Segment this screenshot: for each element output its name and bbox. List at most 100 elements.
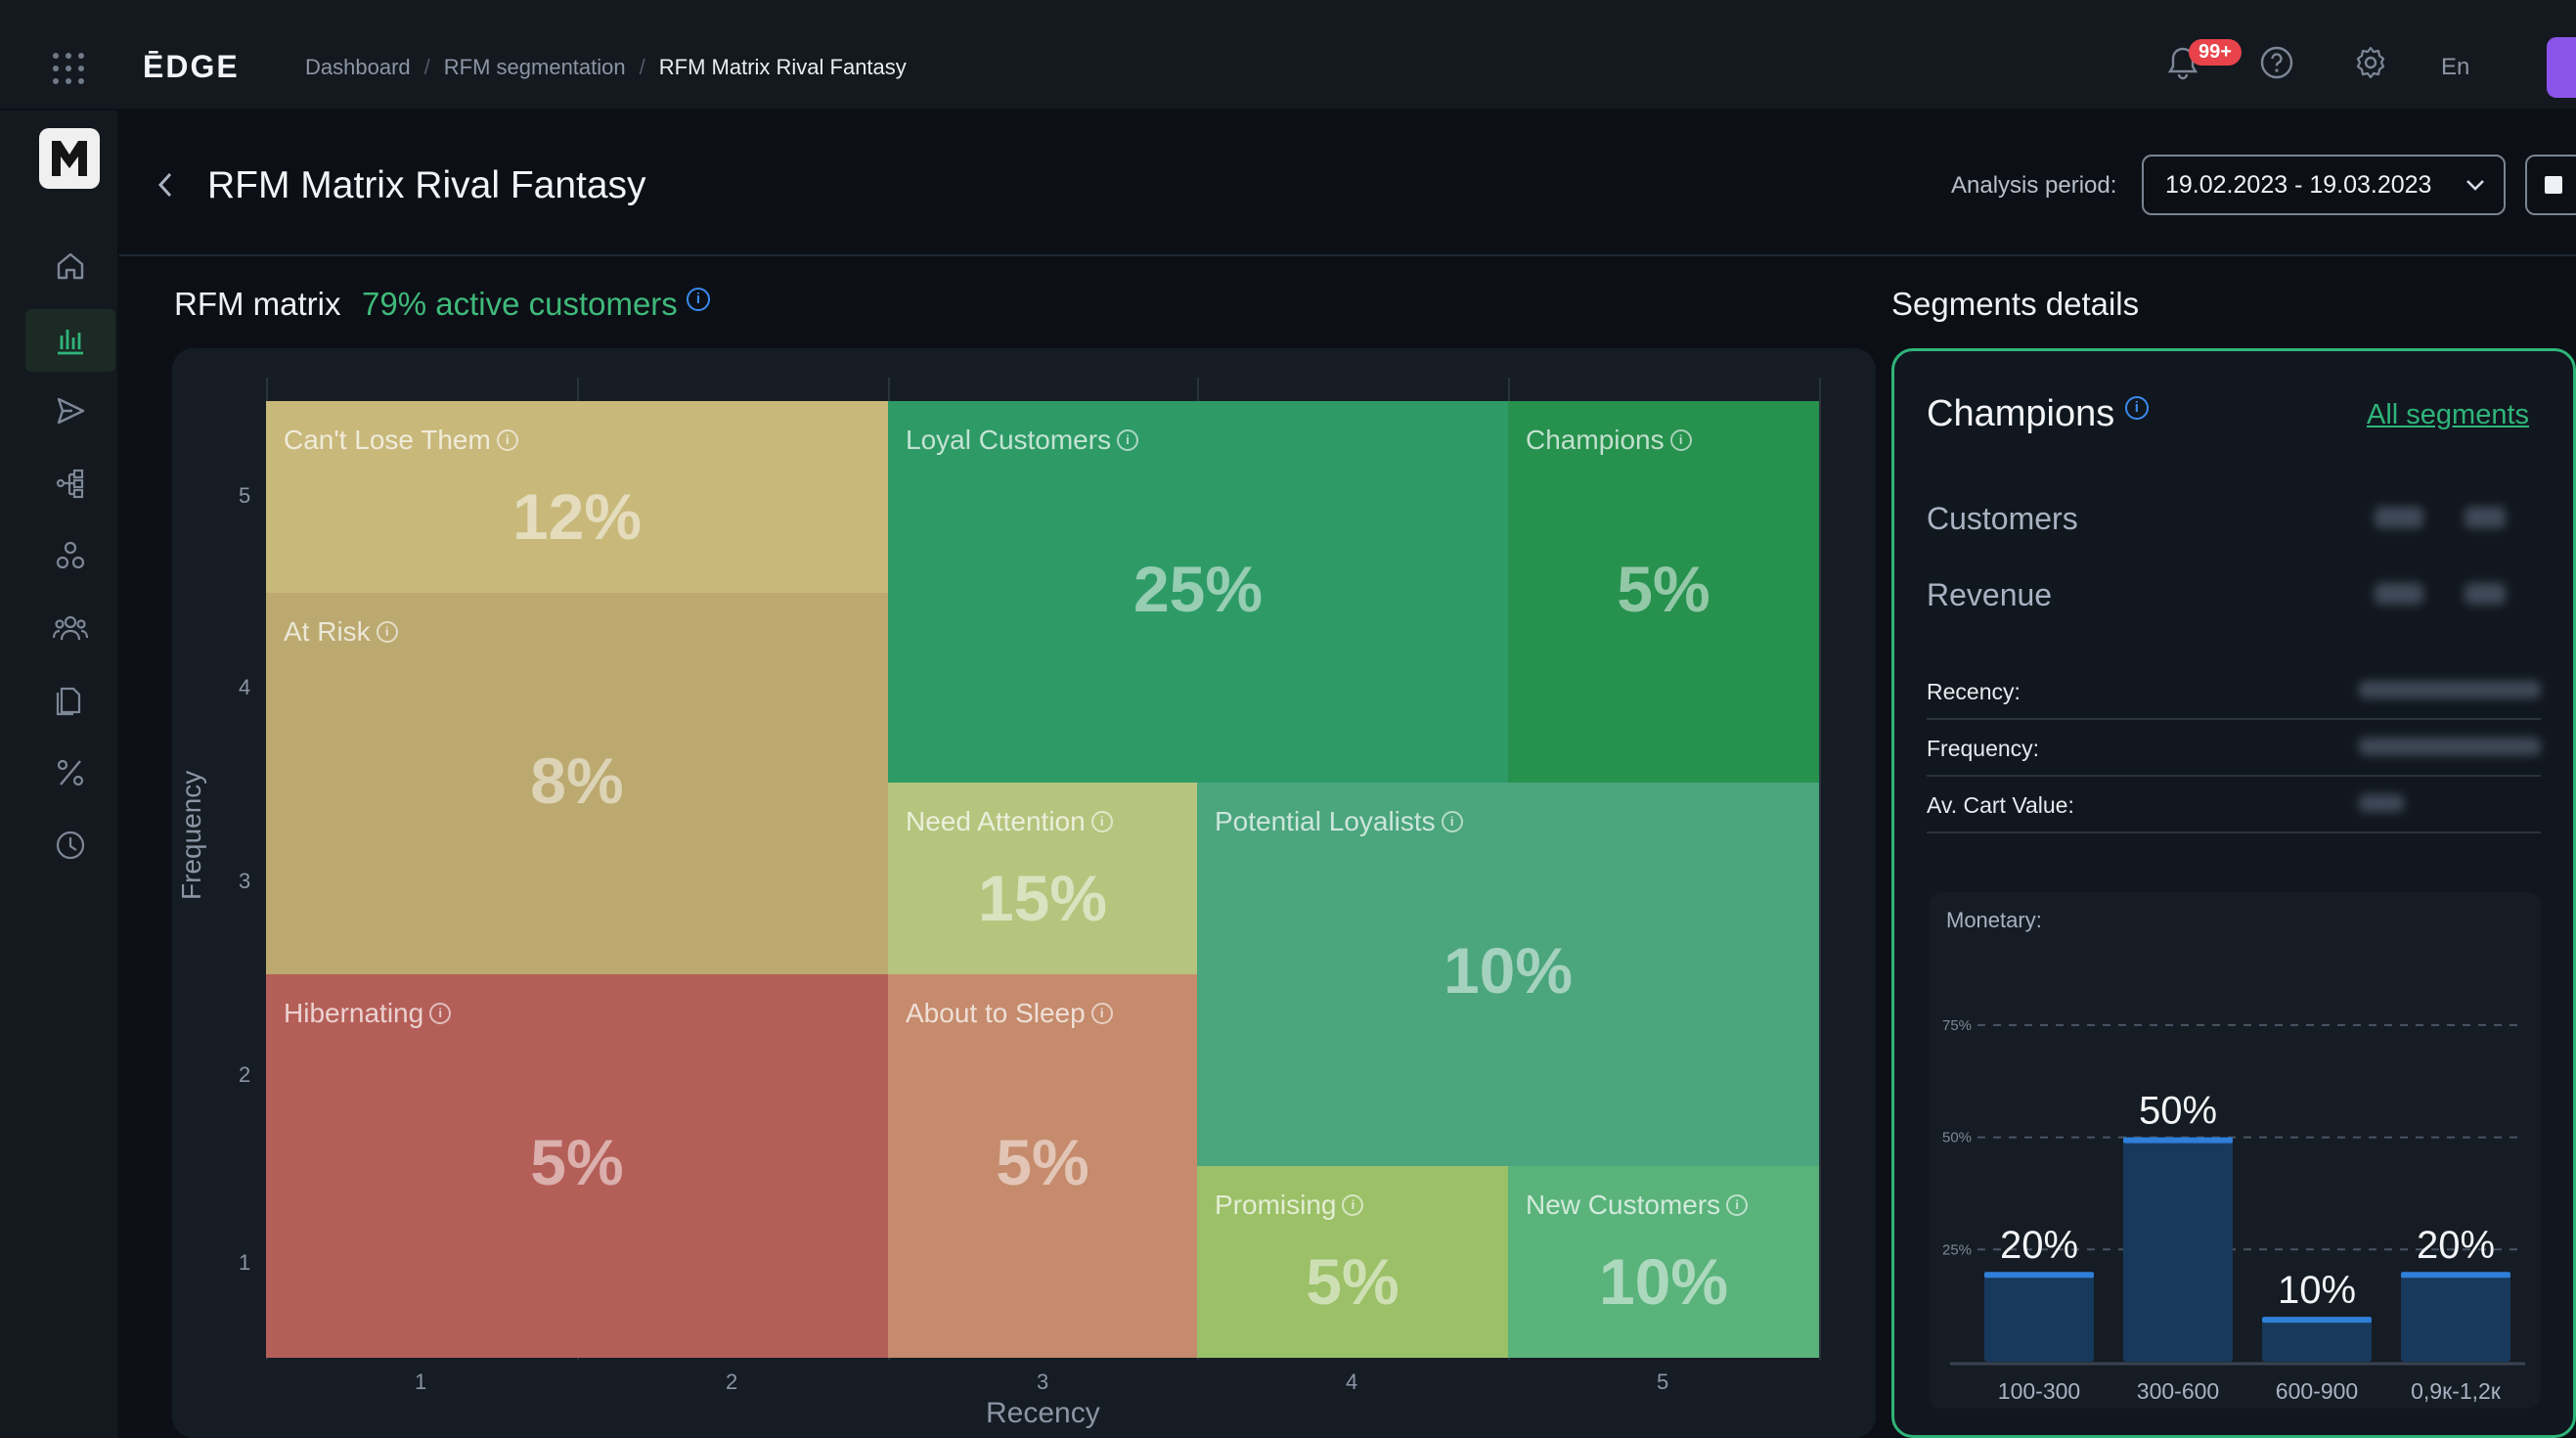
- analysis-period-select[interactable]: 19.02.2023 - 19.03.2023: [2142, 155, 2506, 215]
- segment-percent: 5%: [1306, 1245, 1399, 1318]
- segment-cell-hibernating[interactable]: Hibernating i 5%: [266, 974, 888, 1358]
- segment-cell-promising[interactable]: Promising i 5%: [1197, 1166, 1508, 1358]
- segment-name: New Customers: [1526, 1190, 1721, 1220]
- back-chevron-icon[interactable]: [155, 168, 176, 206]
- monetary-bar-value-label: 10%: [2278, 1269, 2356, 1312]
- segment-percent: 12%: [511, 480, 643, 553]
- analysis-period-label: Analysis period:: [1951, 172, 2117, 199]
- breadcrumb-current: RFM Matrix Rival Fantasy: [658, 55, 907, 79]
- segment-name: About to Sleep: [906, 998, 1086, 1028]
- info-icon[interactable]: i: [1726, 1194, 1749, 1216]
- sidebar-item-history[interactable]: [25, 814, 115, 876]
- segment-cell-potential-loyalists[interactable]: Potential Loyalists i 10%: [1197, 783, 1819, 1166]
- customers-label: Customers: [1927, 501, 2078, 536]
- recency-label: Recency:: [1927, 679, 2021, 704]
- segment-name: Hibernating: [284, 998, 424, 1028]
- info-icon[interactable]: i: [2124, 396, 2149, 421]
- segment-name: Potential Loyalists: [1215, 806, 1436, 836]
- sidebar-item-analytics[interactable]: [25, 309, 115, 372]
- segment-percent: 8%: [530, 744, 624, 817]
- breadcrumb: Dashboard / RFM segmentation / RFM Matri…: [305, 55, 907, 80]
- info-icon[interactable]: i: [1441, 811, 1463, 832]
- sidebar-item-home[interactable]: [25, 235, 115, 297]
- segment-percent: 5%: [1617, 553, 1710, 625]
- x-axis-label: Recency: [986, 1397, 1100, 1429]
- info-icon[interactable]: i: [429, 1003, 452, 1024]
- sidebar-item-segments[interactable]: [25, 524, 115, 587]
- stop-button[interactable]: [2525, 155, 2576, 215]
- x-tick: 3: [1037, 1370, 1049, 1394]
- monetary-category-label: 600-900: [2276, 1378, 2358, 1404]
- monetary-bar-cap: [1984, 1272, 2094, 1279]
- info-icon[interactable]: i: [376, 621, 398, 643]
- breadcrumb-dashboard[interactable]: Dashboard: [305, 55, 411, 80]
- cart-value-blurred: [2359, 794, 2404, 812]
- monetary-bar: [2123, 1137, 2233, 1362]
- segment-cell-need-attention[interactable]: Need Attention i 15%: [888, 783, 1197, 974]
- settings-gear-icon[interactable]: [2351, 43, 2390, 82]
- info-icon[interactable]: i: [1342, 1194, 1364, 1216]
- y-axis-label: Frequency: [176, 770, 206, 900]
- breadcrumb-rfm-segmentation[interactable]: RFM segmentation: [444, 55, 626, 80]
- all-segments-link[interactable]: All segments: [2367, 399, 2529, 431]
- clock-icon: [56, 831, 85, 860]
- segment-cell-champions[interactable]: Champions i 5%: [1508, 401, 1819, 783]
- app-logo[interactable]: ĒDGE: [143, 49, 240, 85]
- row-divider: [1927, 775, 2541, 777]
- chevron-down-icon: [2466, 180, 2484, 191]
- customers-value-blurred: [2375, 507, 2423, 528]
- x-tick: 4: [1346, 1370, 1358, 1394]
- apps-grid-icon[interactable]: [49, 49, 88, 88]
- info-icon[interactable]: i: [1090, 811, 1113, 832]
- segment-cell-cant-lose-them[interactable]: Can't Lose Them i 12%: [266, 401, 888, 593]
- x-tick: 2: [726, 1370, 738, 1394]
- sidebar-item-customers[interactable]: [25, 597, 115, 659]
- segment-cell-at-risk[interactable]: At Risk i 8%: [266, 593, 888, 974]
- sidebar-item-campaigns[interactable]: [25, 380, 115, 442]
- frequency-value-blurred: [2359, 738, 2541, 755]
- language-selector[interactable]: En: [2441, 54, 2469, 81]
- segment-name: Loyal Customers: [906, 425, 1112, 455]
- avatar[interactable]: [2547, 37, 2576, 98]
- help-icon[interactable]: [2257, 43, 2296, 82]
- info-icon[interactable]: i: [496, 429, 518, 451]
- flow-tree-icon: [56, 469, 84, 499]
- segments-details-title: Segments details: [1891, 286, 2140, 322]
- bar-chart-icon: [58, 330, 83, 355]
- monetary-category-label: 100-300: [1998, 1378, 2080, 1404]
- monetary-bar-cap: [2262, 1317, 2372, 1324]
- y-tick: 4: [239, 675, 251, 699]
- segment-percent: 10%: [1443, 934, 1574, 1007]
- segment-name: Can't Lose Them: [284, 425, 491, 455]
- circles-icon: [56, 541, 85, 569]
- analysis-period-value: 19.02.2023 - 19.03.2023: [2165, 170, 2432, 199]
- info-icon[interactable]: i: [1117, 429, 1139, 451]
- monetary-bar: [2401, 1272, 2510, 1362]
- segment-cell-about-to-sleep[interactable]: About to Sleep i 5%: [888, 974, 1197, 1358]
- grid-line: [1819, 378, 1821, 1360]
- row-divider: [1927, 831, 2541, 833]
- info-icon[interactable]: i: [1090, 1003, 1113, 1024]
- sidebar-item-workflows[interactable]: [25, 452, 115, 515]
- info-icon[interactable]: i: [1669, 429, 1692, 451]
- active-customers-summary: 79% active customers i: [362, 286, 710, 323]
- active-customers-text: 79% active customers: [362, 286, 678, 322]
- monetary-category-label: 0,9к-1,2к: [2411, 1378, 2502, 1404]
- segment-percent: 15%: [977, 862, 1108, 934]
- monetary-gridline-label: 25%: [1942, 1241, 1972, 1258]
- sidebar-item-promotions[interactable]: [25, 741, 115, 804]
- sidebar-item-documents[interactable]: [25, 669, 115, 732]
- segment-name: At Risk: [284, 616, 371, 647]
- segment-name: Need Attention: [906, 806, 1086, 836]
- y-tick: 5: [239, 483, 251, 508]
- segment-name: Promising: [1215, 1190, 1337, 1220]
- info-icon[interactable]: i: [686, 288, 710, 311]
- segment-cell-new-customers[interactable]: New Customers i 10%: [1508, 1166, 1819, 1358]
- workspace-logo[interactable]: [39, 128, 100, 189]
- y-tick: 1: [239, 1250, 251, 1275]
- users-icon: [53, 615, 88, 641]
- y-tick: 2: [239, 1062, 251, 1087]
- segment-cell-loyal-customers[interactable]: Loyal Customers i 25%: [888, 401, 1508, 783]
- cart-value-label: Av. Cart Value:: [1927, 792, 2074, 818]
- monetary-bar-value-label: 50%: [2139, 1090, 2217, 1133]
